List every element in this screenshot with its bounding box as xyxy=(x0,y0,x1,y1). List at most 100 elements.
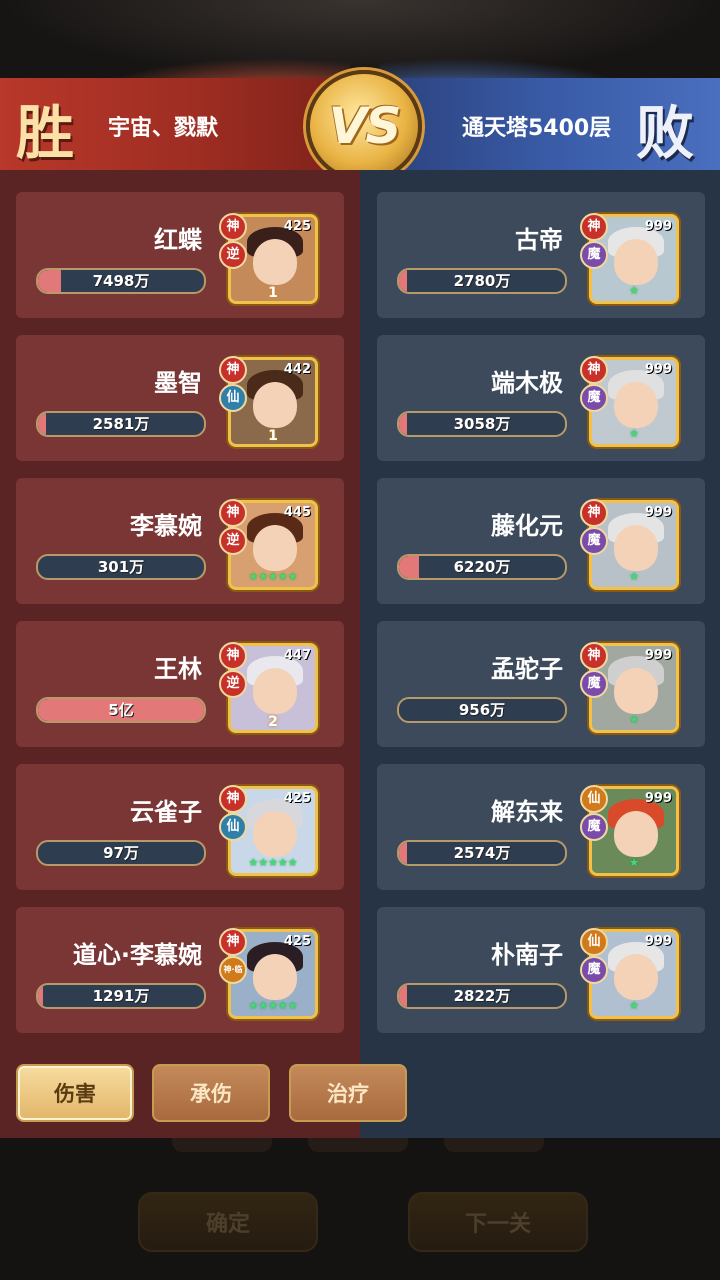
hero-badge-primary: 神 xyxy=(219,213,247,241)
left-hero-card[interactable]: 红蝶 7498万 425 1 神 逆 xyxy=(16,192,344,318)
stat-bar: 7498万 xyxy=(36,268,206,294)
hero-portrait[interactable]: 447 2 神 逆 xyxy=(219,642,318,733)
hero-level: 999 xyxy=(644,362,672,377)
hero-level: 999 xyxy=(644,934,672,949)
hero-name: 朴南子 xyxy=(491,941,563,969)
stat-bar: 2780万 xyxy=(397,268,567,294)
right-team-name: 通天塔5400层 xyxy=(462,116,612,141)
hero-badge-primary: 神 xyxy=(219,928,247,956)
vs-text: VS xyxy=(328,97,402,155)
hero-name: 古帝 xyxy=(515,226,563,254)
lose-label: 败 xyxy=(636,99,695,167)
right-hero-card[interactable]: 朴南子 2822万 999 ★ 仙 魔 xyxy=(377,907,705,1033)
hero-portrait[interactable]: 425 ★★★★★ 神 仙 xyxy=(219,785,318,876)
hero-badge-secondary: 仙 xyxy=(219,813,247,841)
right-hero-card[interactable]: 古帝 2780万 999 ★ 神 魔 xyxy=(377,192,705,318)
left-team-name: 宇宙、戮默 xyxy=(108,116,219,141)
hero-level: 442 xyxy=(283,362,311,377)
hero-badge-primary: 神 xyxy=(219,499,247,527)
stat-value: 97万 xyxy=(103,844,139,862)
stat-value: 6220万 xyxy=(453,558,511,576)
stat-value: 1291万 xyxy=(92,987,150,1005)
hero-face xyxy=(253,525,297,571)
stat-value: 5亿 xyxy=(108,701,134,719)
left-hero-card[interactable]: 云雀子 97万 425 ★★★★★ 神 仙 xyxy=(16,764,344,890)
hero-badge-primary: 神 xyxy=(219,785,247,813)
right-hero-card[interactable]: 藤化元 6220万 999 ★ 神 魔 xyxy=(377,478,705,604)
hero-level: 447 xyxy=(283,648,311,663)
hero-face xyxy=(614,811,658,857)
stat-bar: 301万 xyxy=(36,554,206,580)
hero-level: 425 xyxy=(283,219,311,234)
hero-badge-primary: 神 xyxy=(580,356,608,384)
confirm-button[interactable]: 确定 xyxy=(138,1192,318,1252)
hero-portrait[interactable]: 425 ★★★★★ 神 神·临 xyxy=(219,928,318,1019)
stat-bar: 956万 xyxy=(397,697,567,723)
hero-badge-secondary: 魔 xyxy=(580,384,608,412)
hero-footer: ★ xyxy=(629,570,639,583)
hero-footer: ★★★★★ xyxy=(248,856,298,869)
hero-face xyxy=(253,239,297,285)
tab-damage[interactable]: 伤害 xyxy=(16,1064,134,1122)
left-hero-card[interactable]: 李慕婉 301万 445 ★★★★★ 神 逆 xyxy=(16,478,344,604)
hero-portrait[interactable]: 999 ★ 仙 魔 xyxy=(580,785,679,876)
hero-name: 王林 xyxy=(154,655,202,683)
hero-footer: ★ xyxy=(629,284,639,297)
stat-bar: 1291万 xyxy=(36,983,206,1009)
right-hero-card[interactable]: 解东来 2574万 999 ★ 仙 魔 xyxy=(377,764,705,890)
hero-portrait[interactable]: 442 1 神 仙 xyxy=(219,356,318,447)
hero-badge-secondary: 魔 xyxy=(580,956,608,984)
hero-level: 425 xyxy=(283,791,311,806)
stat-value: 2574万 xyxy=(453,844,511,862)
hero-level: 999 xyxy=(644,219,672,234)
hero-badge-secondary: 神·临 xyxy=(219,956,247,984)
hero-name: 道心·李慕婉 xyxy=(72,941,202,969)
hero-badge-primary: 神 xyxy=(219,356,247,384)
stat-bar: 2574万 xyxy=(397,840,567,866)
hero-badge-primary: 仙 xyxy=(580,785,608,813)
hero-footer: ★ xyxy=(629,856,639,869)
hero-face xyxy=(614,668,658,714)
hero-footer: ★★★★★ xyxy=(248,570,298,583)
left-hero-card[interactable]: 墨智 2581万 442 1 神 仙 xyxy=(16,335,344,461)
hero-footer: 2 xyxy=(268,714,278,730)
tab-healing[interactable]: 治疗 xyxy=(289,1064,407,1122)
hero-face xyxy=(614,239,658,285)
hero-name: 孟驼子 xyxy=(491,655,563,683)
stat-value: 7498万 xyxy=(92,272,150,290)
hero-badge-secondary: 逆 xyxy=(219,527,247,555)
right-hero-card[interactable]: 孟驼子 956万 999 ★ 神 魔 xyxy=(377,621,705,747)
hero-badge-primary: 仙 xyxy=(580,928,608,956)
hero-portrait[interactable]: 999 ★ 神 魔 xyxy=(580,356,679,447)
background-bottom xyxy=(0,1138,720,1280)
hero-badge-primary: 神 xyxy=(580,213,608,241)
win-label: 胜 xyxy=(16,99,75,167)
hero-portrait[interactable]: 999 ★ 神 魔 xyxy=(580,499,679,590)
hero-name: 解东来 xyxy=(491,798,563,826)
hero-face xyxy=(253,954,297,1000)
stat-bar: 2581万 xyxy=(36,411,206,437)
stat-value: 956万 xyxy=(458,701,506,719)
hero-badge-secondary: 魔 xyxy=(580,813,608,841)
hero-name: 云雀子 xyxy=(130,798,202,826)
right-hero-card[interactable]: 端木极 3058万 999 ★ 神 魔 xyxy=(377,335,705,461)
stat-value: 2780万 xyxy=(453,272,511,290)
next-level-button[interactable]: 下一关 xyxy=(408,1192,588,1252)
left-hero-card[interactable]: 道心·李慕婉 1291万 425 ★★★★★ 神 神·临 xyxy=(16,907,344,1033)
hero-portrait[interactable]: 999 ★ 神 魔 xyxy=(580,213,679,304)
hero-name: 藤化元 xyxy=(491,512,563,540)
hero-badge-primary: 神 xyxy=(580,642,608,670)
hero-portrait[interactable]: 445 ★★★★★ 神 逆 xyxy=(219,499,318,590)
stat-bar: 3058万 xyxy=(397,411,567,437)
hero-name: 端木极 xyxy=(491,369,563,397)
stat-bar: 5亿 xyxy=(36,697,206,723)
hero-badge-secondary: 魔 xyxy=(580,670,608,698)
hero-face xyxy=(253,811,297,857)
left-hero-card[interactable]: 王林 5亿 447 2 神 逆 xyxy=(16,621,344,747)
hero-portrait[interactable]: 999 ★ 仙 魔 xyxy=(580,928,679,1019)
tab-damage-taken[interactable]: 承伤 xyxy=(152,1064,270,1122)
hero-portrait[interactable]: 999 ★ 神 魔 xyxy=(580,642,679,733)
hero-badge-secondary: 逆 xyxy=(219,670,247,698)
stat-value: 2822万 xyxy=(453,987,511,1005)
hero-portrait[interactable]: 425 1 神 逆 xyxy=(219,213,318,304)
